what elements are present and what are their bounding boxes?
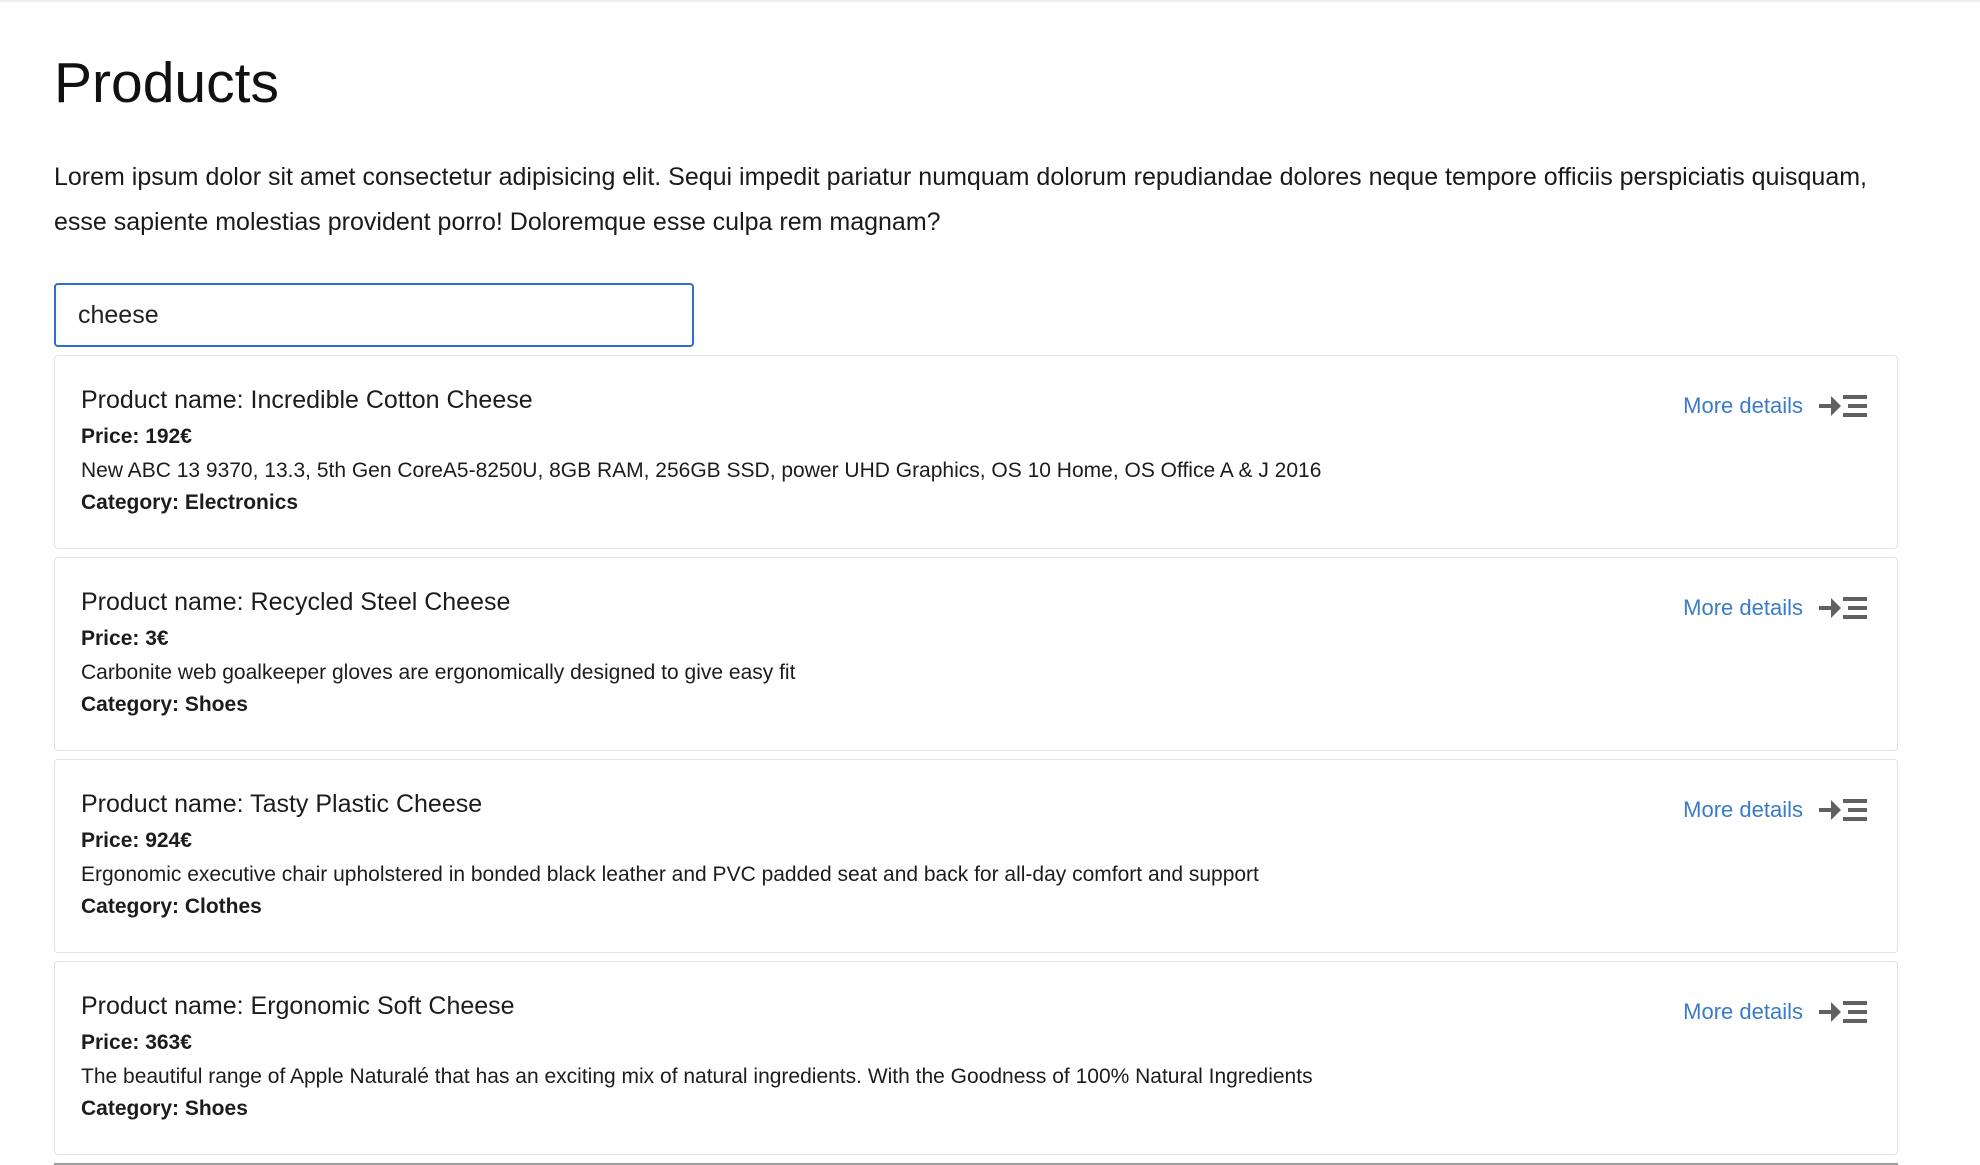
search-field[interactable] xyxy=(54,283,694,347)
more-details-link[interactable]: More details xyxy=(1683,796,1869,824)
product-list: Product name: Incredible Cotton Cheese P… xyxy=(54,355,1898,1155)
arrow-to-list-icon[interactable] xyxy=(1819,796,1869,824)
product-category: Category: Shoes xyxy=(81,1097,248,1120)
more-details-link[interactable]: More details xyxy=(1683,998,1869,1026)
product-category: Category: Shoes xyxy=(81,693,248,716)
product-description: New ABC 13 9370, 13.3, 5th Gen CoreA5-82… xyxy=(81,459,1322,482)
product-card: Product name: Incredible Cotton Cheese P… xyxy=(54,355,1898,549)
product-price: Price: 924€ xyxy=(81,829,192,852)
more-details-link[interactable]: More details xyxy=(1683,594,1869,622)
product-name: Product name: Ergonomic Soft Cheese xyxy=(81,992,515,1020)
product-name: Product name: Recycled Steel Cheese xyxy=(81,588,511,616)
arrow-to-list-icon[interactable] xyxy=(1819,998,1869,1026)
product-name: Product name: Incredible Cotton Cheese xyxy=(81,386,533,414)
page-title: Products xyxy=(54,51,279,115)
product-card: Product name: Tasty Plastic Cheese Price… xyxy=(54,759,1898,953)
product-price: Price: 192€ xyxy=(81,425,192,448)
product-price: Price: 363€ xyxy=(81,1031,192,1054)
more-details-label[interactable]: More details xyxy=(1683,595,1803,621)
product-description: Ergonomic executive chair upholstered in… xyxy=(81,863,1259,886)
product-card: Product name: Ergonomic Soft Cheese Pric… xyxy=(54,961,1898,1155)
product-category: Category: Electronics xyxy=(81,491,299,514)
main-content: Products Lorem ipsum dolor sit amet cons… xyxy=(54,47,1898,1165)
more-details-label[interactable]: More details xyxy=(1683,393,1803,419)
product-category: Category: Clothes xyxy=(81,895,262,918)
product-description: Carbonite web goalkeeper gloves are ergo… xyxy=(81,661,796,684)
page-intro: Lorem ipsum dolor sit amet consectetur a… xyxy=(54,163,1867,236)
product-card: Product name: Recycled Steel Cheese Pric… xyxy=(54,557,1898,751)
arrow-to-list-icon[interactable] xyxy=(1819,392,1869,420)
product-name: Product name: Tasty Plastic Cheese xyxy=(81,790,483,818)
product-price: Price: 3€ xyxy=(81,627,169,650)
product-description: The beautiful range of Apple Naturalé th… xyxy=(81,1065,1313,1088)
more-details-label[interactable]: More details xyxy=(1683,999,1803,1025)
search-input[interactable] xyxy=(76,299,692,331)
more-details-link[interactable]: More details xyxy=(1683,392,1869,420)
top-shadow xyxy=(0,0,1980,3)
arrow-to-list-icon[interactable] xyxy=(1819,594,1869,622)
more-details-label[interactable]: More details xyxy=(1683,797,1803,823)
